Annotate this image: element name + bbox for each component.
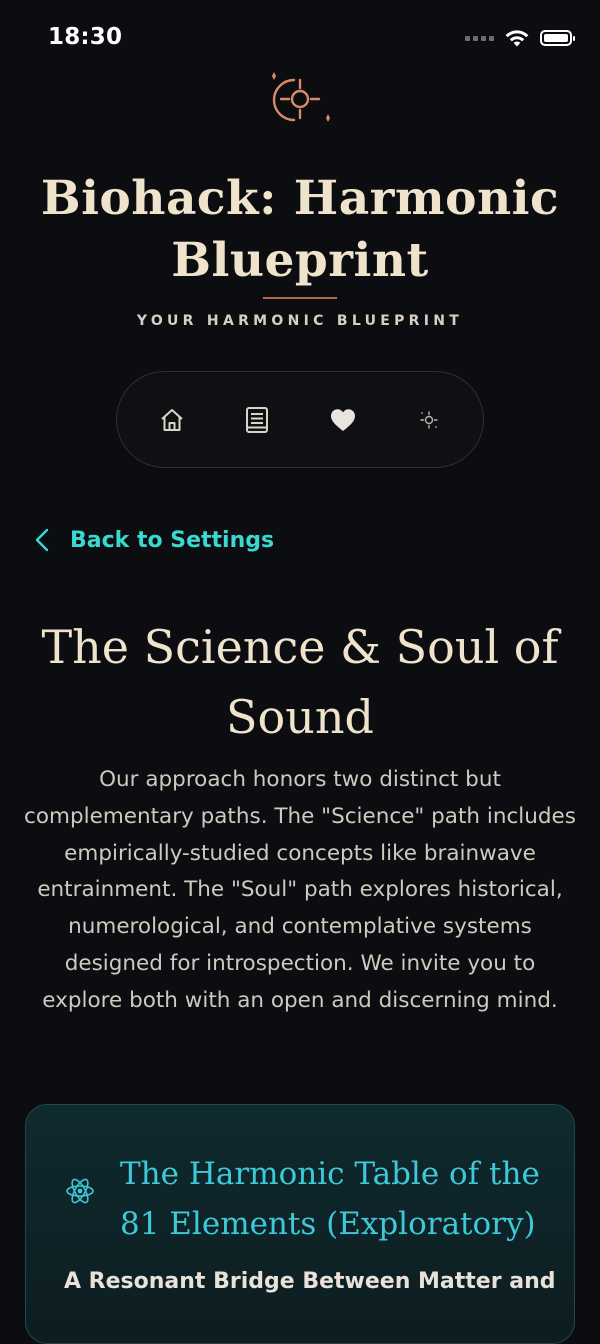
atom-icon: [66, 1178, 94, 1204]
heart-icon: [331, 409, 355, 431]
card-subtitle: A Resonant Bridge Between Matter and: [64, 1269, 556, 1294]
title-divider: [263, 297, 337, 299]
back-link-label: Back to Settings: [70, 527, 275, 553]
section-description: Our approach honors two distinct but com…: [24, 767, 576, 1013]
status-icons: [465, 28, 575, 48]
sun-target-icon: [420, 411, 438, 429]
section-title: The Science & Soul of Sound: [41, 620, 559, 744]
nav-favorites-button[interactable]: [325, 402, 361, 438]
main-nav: [116, 371, 484, 468]
chevron-left-icon: [35, 528, 49, 552]
card-title: The Harmonic Table of the 81 Elements (E…: [120, 1156, 540, 1242]
book-icon: [246, 407, 268, 433]
app-subtitle: YOUR HARMONIC BLUEPRINT: [136, 313, 464, 329]
back-to-settings-link[interactable]: Back to Settings: [30, 520, 274, 560]
battery-icon: [540, 30, 575, 46]
harmonic-table-card[interactable]: The Harmonic Table of the 81 Elements (E…: [25, 1104, 575, 1344]
status-time: 18:30: [48, 24, 123, 50]
nav-library-button[interactable]: [239, 402, 275, 438]
nav-harmonics-button[interactable]: [411, 402, 447, 438]
home-icon: [161, 409, 183, 431]
app-title: Biohack: Harmonic Blueprint: [40, 171, 560, 288]
nav-home-button[interactable]: [154, 402, 190, 438]
cellular-signal-icon: [465, 35, 494, 41]
app-logo-icon: [272, 72, 330, 122]
wifi-icon: [505, 30, 529, 47]
